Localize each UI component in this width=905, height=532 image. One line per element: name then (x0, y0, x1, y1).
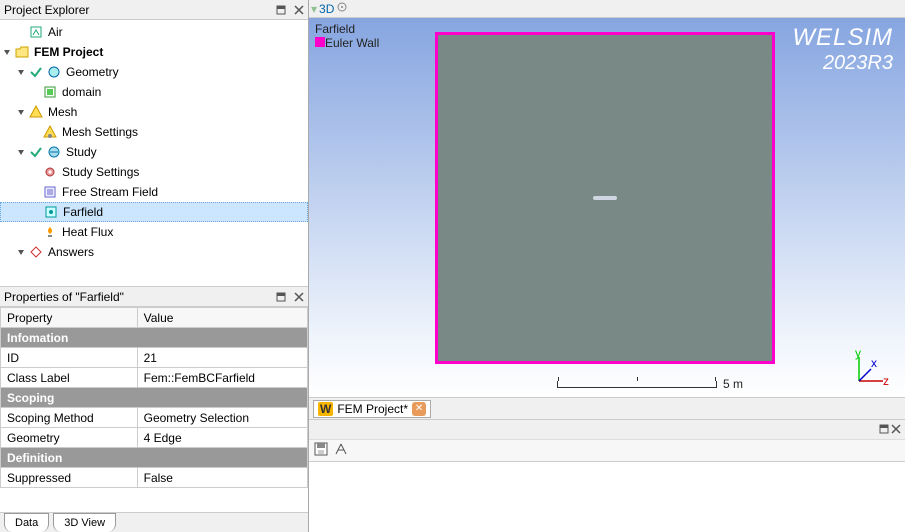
gear-icon (42, 164, 58, 180)
group-scoping: Scoping (1, 388, 308, 408)
properties-table[interactable]: PropertyValue Infomation ID21 Class Labe… (0, 307, 308, 512)
project-tree[interactable]: Air FEM Project Geometry domain Mesh Mes… (0, 20, 308, 286)
explorer-header: Project Explorer (0, 0, 308, 20)
tab-3d-view[interactable]: 3D View (53, 513, 116, 532)
properties-header: Properties of "Farfield" (0, 287, 308, 307)
folder-icon (14, 44, 30, 60)
output-panel (309, 419, 905, 532)
group-definition: Definition (1, 448, 308, 468)
collapse-icon[interactable] (14, 108, 28, 116)
domain-icon (42, 84, 58, 100)
tree-item-mesh-settings[interactable]: Mesh Settings (0, 122, 308, 142)
tree-item-answers[interactable]: Answers (0, 242, 308, 262)
tree-item-domain[interactable]: domain (0, 82, 308, 102)
tree-item-study[interactable]: Study (0, 142, 308, 162)
legend-swatch-euler (315, 37, 325, 47)
tree-item-mesh[interactable]: Mesh (0, 102, 308, 122)
svg-text:x: x (871, 356, 877, 370)
material-icon (28, 24, 44, 40)
close-icon[interactable] (891, 423, 901, 437)
viewport-toolbar: ▾ 3D (309, 0, 905, 18)
viewport-3d[interactable]: Farfield Euler Wall WELSIM 2023R3 5 m y z… (309, 18, 905, 397)
col-property: Property (1, 308, 138, 328)
farfield-icon (43, 204, 59, 220)
legend: Farfield Euler Wall (315, 22, 379, 50)
prop-row-id[interactable]: ID21 (1, 348, 308, 368)
document-tabbar: W FEM Project* ✕ (309, 397, 905, 419)
tree-item-farfield[interactable]: Farfield (0, 202, 308, 222)
mode-label: 3D (319, 2, 334, 16)
dock-icon[interactable] (272, 290, 290, 304)
tab-data[interactable]: Data (4, 513, 49, 532)
col-value: Value (137, 308, 307, 328)
prop-row-suppressed[interactable]: SuppressedFalse (1, 468, 308, 488)
close-tab-icon[interactable]: ✕ (412, 402, 426, 416)
scale-bar: 5 m (557, 377, 743, 391)
tree-item-study-settings[interactable]: Study Settings (0, 162, 308, 182)
tree-item-project[interactable]: FEM Project (0, 42, 308, 62)
svg-text:y: y (855, 349, 861, 360)
prop-row-geometry[interactable]: Geometry4 Edge (1, 428, 308, 448)
prop-row-method[interactable]: Scoping MethodGeometry Selection (1, 408, 308, 428)
svg-text:z: z (883, 374, 889, 388)
properties-title: Properties of "Farfield" (4, 290, 272, 304)
app-icon: W (318, 402, 333, 416)
airfoil-icon (593, 196, 617, 200)
close-icon[interactable] (290, 290, 308, 304)
tree-item-heat-flux[interactable]: Heat Flux (0, 222, 308, 242)
save-icon[interactable] (313, 441, 329, 460)
brand: WELSIM 2023R3 (792, 24, 893, 75)
tree-item-geometry[interactable]: Geometry (0, 62, 308, 82)
settings-icon[interactable] (336, 1, 348, 16)
model-domain (435, 32, 775, 364)
axes-triad: y zx (851, 349, 891, 389)
collapse-icon[interactable] (14, 248, 28, 256)
tree-item-air[interactable]: Air (0, 22, 308, 42)
check-icon (28, 64, 44, 80)
heat-icon (42, 224, 58, 240)
clear-icon[interactable] (333, 441, 349, 460)
document-tab[interactable]: W FEM Project* ✕ (313, 400, 431, 418)
mesh-settings-icon (42, 124, 58, 140)
explorer-title: Project Explorer (4, 3, 272, 17)
check-icon (28, 144, 44, 160)
collapse-icon[interactable] (14, 68, 28, 76)
diamond-icon (28, 244, 44, 260)
collapse-icon[interactable] (0, 48, 14, 56)
prop-row-class[interactable]: Class LabelFem::FemBCFarfield (1, 368, 308, 388)
dock-icon[interactable] (272, 3, 290, 17)
collapse-icon[interactable] (14, 148, 28, 156)
group-information: Infomation (1, 328, 308, 348)
dock-icon[interactable] (879, 423, 889, 437)
legend-euler: Euler Wall (325, 36, 379, 50)
legend-farfield: Farfield (315, 22, 379, 36)
field-icon (42, 184, 58, 200)
warning-icon (28, 104, 44, 120)
close-icon[interactable] (290, 3, 308, 17)
tree-item-free-stream[interactable]: Free Stream Field (0, 182, 308, 202)
output-text[interactable] (309, 462, 905, 532)
study-icon (46, 144, 62, 160)
geometry-icon (46, 64, 62, 80)
